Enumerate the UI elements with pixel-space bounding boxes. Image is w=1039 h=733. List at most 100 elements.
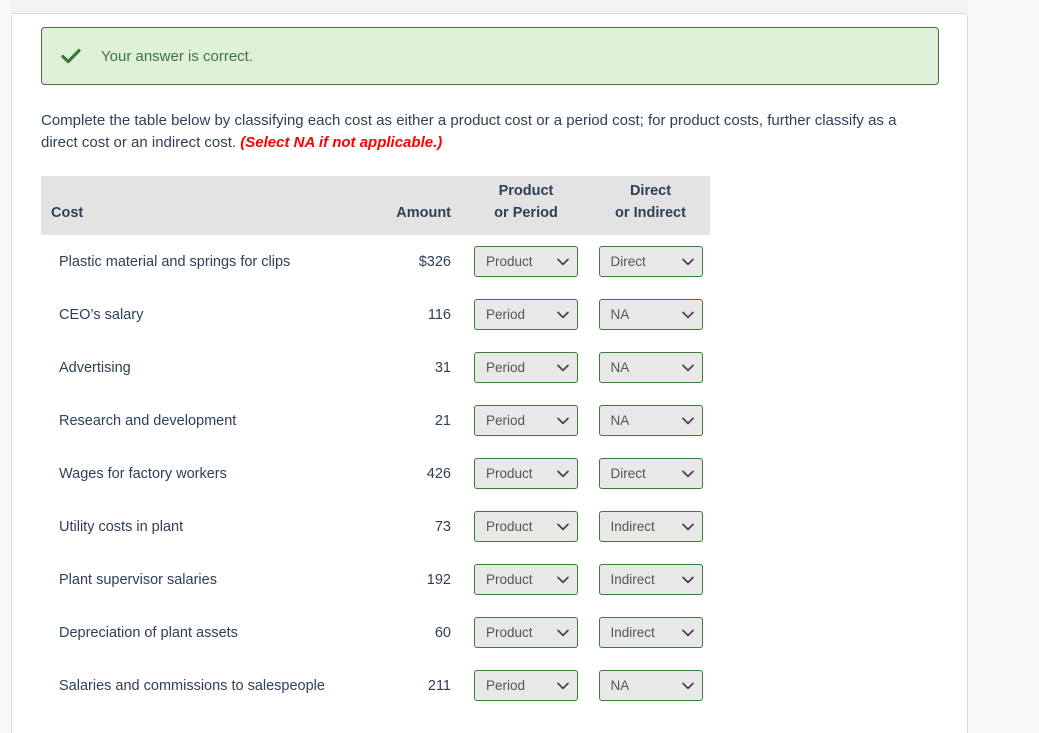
table-header-row: Cost Amount Product or Period Direct or … (41, 176, 710, 235)
cell-cost: Advertising (41, 341, 361, 394)
cell-direct-or-indirect: Direct (591, 235, 710, 288)
chevron-down-icon (681, 309, 694, 321)
instruction-main: Complete the table below by classifying … (41, 112, 897, 151)
cell-amount: 21 (361, 394, 461, 447)
cell-cost: Plant supervisor salaries (41, 553, 361, 606)
chevron-down-icon (557, 415, 569, 427)
column-header-amount-label: Amount (396, 205, 451, 221)
column-header-direct-or-indirect: Direct or Indirect (591, 176, 710, 235)
cost-classification-table: Cost Amount Product or Period Direct or … (41, 176, 710, 712)
product-or-period-select[interactable]: Period (474, 299, 578, 330)
product-or-period-selected-value: Period (486, 677, 526, 693)
table-row: Research and development 21 Period NA (41, 394, 710, 447)
product-or-period-selected-value: Period (486, 412, 526, 428)
product-or-period-select[interactable]: Product (474, 511, 578, 542)
cell-amount: 116 (361, 288, 461, 341)
chevron-down-icon (681, 468, 694, 480)
table-body: Plastic material and springs for clips $… (41, 235, 710, 712)
chevron-down-icon (557, 309, 569, 321)
product-or-period-select[interactable]: Product (474, 564, 578, 595)
product-or-period-selected-value: Period (486, 306, 526, 322)
direct-or-indirect-select[interactable]: Indirect (598, 511, 703, 542)
cell-amount: 426 (361, 447, 461, 500)
table-row: CEO’s salary 116 Period NA (41, 288, 710, 341)
amount-value: 73 (434, 518, 451, 535)
cell-product-or-period: Period (461, 394, 591, 447)
cost-label: Utility costs in plant (59, 518, 184, 535)
amount-value: 426 (426, 465, 451, 482)
chevron-down-icon (681, 680, 694, 692)
amount-value: 60 (434, 624, 451, 641)
cell-product-or-period: Period (461, 659, 591, 712)
column-header-product-or-period: Product or Period (461, 176, 591, 235)
table-row: Depreciation of plant assets 60 Product … (41, 606, 710, 659)
direct-or-indirect-select[interactable]: NA (598, 405, 703, 436)
chevron-down-icon (557, 521, 569, 533)
cell-product-or-period: Product (461, 500, 591, 553)
cell-direct-or-indirect: Direct (591, 447, 710, 500)
chevron-down-icon (557, 627, 569, 639)
cell-cost: Depreciation of plant assets (41, 606, 361, 659)
column-header-product-or-period-line1: Product (498, 183, 554, 199)
direct-or-indirect-selected-value: NA (610, 677, 630, 693)
direct-or-indirect-select[interactable]: Indirect (598, 617, 703, 648)
direct-or-indirect-selected-value: Indirect (610, 571, 655, 587)
cell-direct-or-indirect: Indirect (591, 500, 710, 553)
direct-or-indirect-select[interactable]: NA (598, 299, 703, 330)
chevron-down-icon (681, 627, 694, 639)
chevron-down-icon (557, 468, 569, 480)
product-or-period-selected-value: Product (486, 465, 533, 481)
table-row: Wages for factory workers 426 Product Di… (41, 447, 710, 500)
amount-value: 211 (427, 677, 451, 694)
direct-or-indirect-selected-value: Direct (610, 253, 646, 269)
chevron-down-icon (681, 521, 694, 533)
cell-cost: CEO’s salary (41, 288, 361, 341)
product-or-period-select[interactable]: Product (474, 246, 578, 277)
direct-or-indirect-selected-value: Indirect (610, 624, 655, 640)
amount-value: 21 (434, 412, 451, 429)
column-header-direct-or-indirect-line1: Direct (629, 183, 672, 199)
cost-label: Plant supervisor salaries (59, 571, 217, 588)
table-row: Advertising 31 Period NA (41, 341, 710, 394)
product-or-period-select[interactable]: Product (474, 458, 578, 489)
cost-label: Research and development (59, 412, 237, 429)
product-or-period-select[interactable]: Period (474, 670, 578, 701)
direct-or-indirect-selected-value: Indirect (610, 518, 655, 534)
direct-or-indirect-selected-value: Direct (610, 465, 646, 481)
cell-cost: Plastic material and springs for clips (41, 235, 361, 288)
direct-or-indirect-select[interactable]: Direct (598, 458, 703, 489)
amount-value: 116 (427, 306, 451, 323)
cell-amount: 73 (361, 500, 461, 553)
direct-or-indirect-select[interactable]: Indirect (598, 564, 703, 595)
cell-cost: Wages for factory workers (41, 447, 361, 500)
cell-direct-or-indirect: NA (591, 288, 710, 341)
cell-direct-or-indirect: NA (591, 659, 710, 712)
column-header-cost-label: Cost (51, 205, 84, 221)
table-row: Plant supervisor salaries 192 Product In… (41, 553, 710, 606)
cell-direct-or-indirect: Indirect (591, 553, 710, 606)
direct-or-indirect-selected-value: NA (610, 412, 630, 428)
direct-or-indirect-select[interactable]: NA (598, 670, 703, 701)
instruction-note: (Select NA if not applicable.) (240, 134, 443, 151)
direct-or-indirect-select[interactable]: Direct (598, 246, 703, 277)
chevron-down-icon (681, 574, 694, 586)
cell-cost: Research and development (41, 394, 361, 447)
column-header-cost: Cost (41, 176, 361, 235)
cell-product-or-period: Product (461, 553, 591, 606)
chevron-down-icon (557, 256, 569, 268)
direct-or-indirect-select[interactable]: NA (598, 352, 703, 383)
chevron-down-icon (557, 680, 569, 692)
product-or-period-select[interactable]: Period (474, 352, 578, 383)
cost-label: CEO’s salary (59, 306, 144, 323)
instruction-text: Complete the table below by classifying … (41, 110, 931, 154)
cell-product-or-period: Period (461, 288, 591, 341)
top-toolbar-strip (11, 0, 968, 14)
cell-amount: 31 (361, 341, 461, 394)
cell-amount: 192 (361, 553, 461, 606)
table-row: Plastic material and springs for clips $… (41, 235, 710, 288)
cell-product-or-period: Period (461, 341, 591, 394)
product-or-period-select[interactable]: Period (474, 405, 578, 436)
cell-direct-or-indirect: NA (591, 394, 710, 447)
product-or-period-select[interactable]: Product (474, 617, 578, 648)
cell-cost: Salaries and commissions to salespeople (41, 659, 361, 712)
